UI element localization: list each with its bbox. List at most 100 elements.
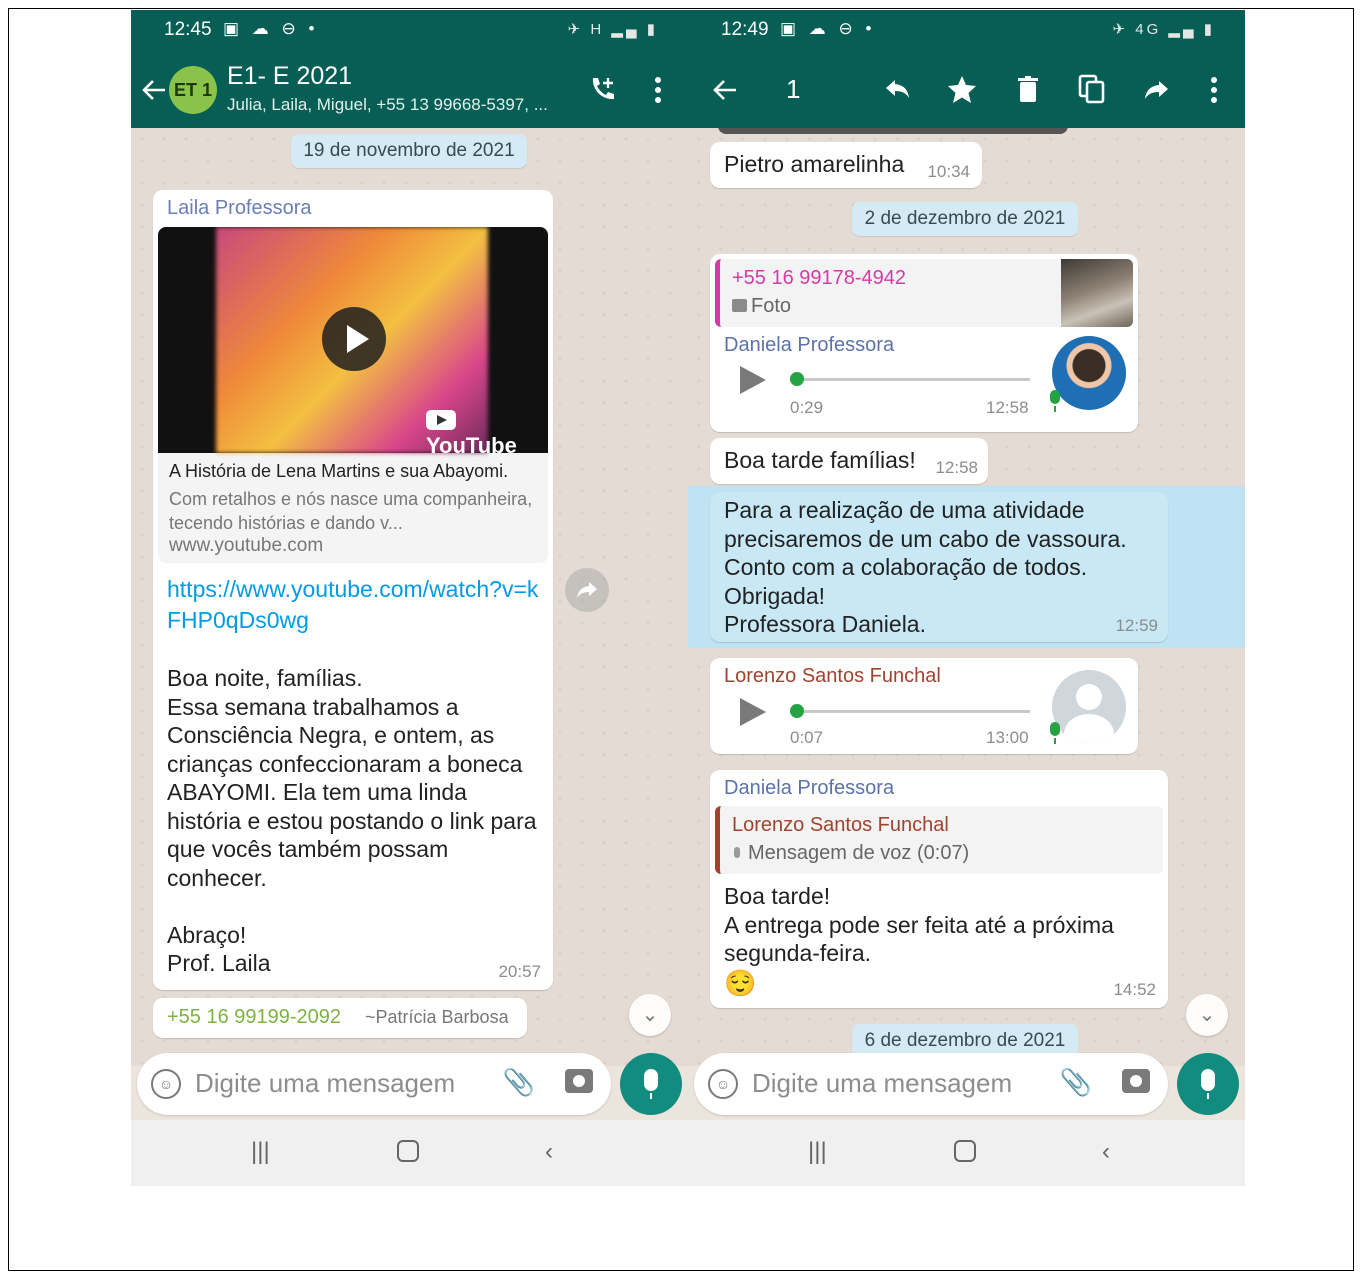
quoted-thumbnail bbox=[1061, 259, 1133, 327]
link-preview-card[interactable]: YouTube A História de Lena Martins e sua… bbox=[158, 227, 548, 563]
message-input[interactable]: Digite uma mensagem bbox=[752, 1068, 1012, 1099]
message-text: Pietro amarelinha bbox=[724, 151, 905, 177]
preview-domain: www.youtube.com bbox=[169, 535, 324, 556]
back-arrow-icon[interactable] bbox=[712, 78, 738, 102]
play-button-icon[interactable] bbox=[322, 307, 386, 371]
group-members: Julia, Laila, Miguel, +55 13 99668-5397,… bbox=[227, 95, 548, 114]
message-time: 20:57 bbox=[498, 962, 541, 981]
back-arrow-icon[interactable] bbox=[141, 78, 167, 102]
message-link[interactable]: https://www.youtube.com/watch?v=kFHP0qDs… bbox=[167, 574, 539, 636]
message-text: Para a realização de uma atividade preci… bbox=[724, 497, 1127, 637]
copy-icon[interactable] bbox=[1078, 74, 1106, 104]
forward-shortcut-button[interactable] bbox=[565, 568, 609, 612]
recent-apps-icon[interactable]: ||| bbox=[808, 1138, 827, 1166]
reply-message-bubble[interactable]: Daniela Professora Lorenzo Santos Funcha… bbox=[710, 770, 1168, 1008]
audio-message-bubble[interactable]: +55 16 99178-4942 Foto Daniela Professor… bbox=[710, 254, 1138, 432]
audio-progress-track[interactable] bbox=[790, 710, 1030, 713]
attach-icon[interactable]: 📎 bbox=[503, 1067, 535, 1098]
message-sender: Lorenzo Santos Funchal bbox=[724, 665, 941, 687]
default-avatar[interactable] bbox=[1052, 670, 1126, 744]
double-chevron-down-icon: ⌄ bbox=[1198, 1004, 1216, 1026]
voice-mic-icon bbox=[1050, 390, 1060, 412]
microphone-icon bbox=[1201, 1069, 1215, 1099]
voice-message-button[interactable] bbox=[1177, 1053, 1239, 1115]
message-composer[interactable]: ☺ Digite uma mensagem 📎 bbox=[137, 1053, 611, 1115]
message-bubble[interactable]: Pietro amarelinha 10:34 bbox=[710, 142, 982, 188]
system-nav-bar: ||| ‹ bbox=[131, 1120, 688, 1186]
chat-area[interactable]: Pietro amarelinha 10:34 2 de dezembro de… bbox=[688, 128, 1245, 1066]
voice-message-button[interactable] bbox=[620, 1053, 682, 1115]
sender-name: ~Patrícia Barbosa bbox=[365, 1007, 509, 1027]
audio-progress-handle[interactable] bbox=[790, 372, 804, 386]
status-time: 12:45 bbox=[164, 19, 212, 40]
back-nav-icon[interactable]: ‹ bbox=[1102, 1138, 1110, 1166]
recent-apps-icon[interactable]: ||| bbox=[251, 1138, 270, 1166]
forward-icon[interactable] bbox=[1144, 79, 1170, 101]
home-icon[interactable] bbox=[397, 1140, 419, 1162]
quoted-sender: Lorenzo Santos Funchal bbox=[732, 814, 949, 836]
call-add-icon[interactable] bbox=[587, 74, 617, 104]
message-text: Boa tarde famílias! bbox=[724, 447, 916, 473]
microphone-icon bbox=[644, 1069, 658, 1099]
more-options-icon[interactable] bbox=[653, 76, 663, 104]
status-bar: 12:49 ▣ ☁ ⊖ • ✈ 4G ▂▄ ▮ bbox=[688, 10, 1245, 52]
back-nav-icon[interactable]: ‹ bbox=[545, 1138, 553, 1166]
phone-screen-right: 12:49 ▣ ☁ ⊖ • ✈ 4G ▂▄ ▮ 1 Pietro amareli… bbox=[688, 10, 1245, 1186]
date-separator: 19 de novembro de 2021 bbox=[291, 134, 527, 168]
double-chevron-down-icon: ⌄ bbox=[641, 1004, 659, 1026]
play-icon[interactable] bbox=[740, 366, 766, 394]
scroll-down-button[interactable]: ⌄ bbox=[1186, 994, 1228, 1036]
message-bubble[interactable]: Boa tarde famílias! 12:58 bbox=[710, 438, 988, 484]
message-time: 12:59 bbox=[1115, 616, 1158, 635]
emoji: 😌 bbox=[724, 968, 757, 998]
youtube-play-icon bbox=[426, 410, 456, 430]
chat-area[interactable]: 19 de novembro de 2021 Laila Professora … bbox=[131, 128, 688, 1066]
sender-avatar[interactable] bbox=[1052, 336, 1126, 410]
preview-title: A História de Lena Martins e sua Abayomi… bbox=[169, 461, 509, 481]
message-text: Boa noite, famílias. Essa semana trabalh… bbox=[167, 665, 537, 976]
audio-progress-handle[interactable] bbox=[790, 704, 804, 718]
message-sender: Daniela Professora bbox=[724, 777, 895, 799]
camera-icon[interactable] bbox=[1122, 1069, 1150, 1093]
notification-icons: ▣ ☁ ⊖ • bbox=[223, 19, 319, 38]
quoted-message[interactable]: +55 16 99178-4942 Foto bbox=[715, 259, 1133, 327]
message-time: 13:00 bbox=[986, 728, 1029, 747]
audio-message-bubble[interactable]: Lorenzo Santos Funchal 0:07 13:00 bbox=[710, 658, 1138, 754]
signal-icons: ✈ H ▂▄ ▮ bbox=[567, 21, 658, 38]
message-bubble[interactable]: Laila Professora YouTube A História de L… bbox=[153, 190, 553, 990]
selected-message-bubble[interactable]: Para a realização de uma atividade preci… bbox=[710, 492, 1168, 642]
message-sender: Laila Professora bbox=[167, 197, 312, 219]
star-icon[interactable] bbox=[947, 75, 977, 103]
camera-icon[interactable] bbox=[565, 1069, 593, 1093]
preview-description: Com retalhos e nós nasce uma companheira… bbox=[169, 489, 533, 533]
sender-phone: +55 16 99199-2092 bbox=[167, 1006, 342, 1028]
message-composer[interactable]: ☺ Digite uma mensagem 📎 bbox=[694, 1053, 1168, 1115]
quoted-message[interactable]: Lorenzo Santos Funchal Mensagem de voz (… bbox=[715, 806, 1163, 874]
delete-icon[interactable] bbox=[1018, 76, 1038, 102]
home-icon[interactable] bbox=[954, 1140, 976, 1162]
more-options-icon[interactable] bbox=[1209, 76, 1219, 104]
attach-icon[interactable]: 📎 bbox=[1060, 1067, 1092, 1098]
group-avatar[interactable]: ET 1 bbox=[169, 66, 217, 114]
youtube-wordmark: YouTube bbox=[426, 433, 517, 458]
message-time: 14:52 bbox=[1113, 980, 1156, 999]
message-text: Boa tarde! A entrega pode ser feita até … bbox=[724, 883, 1114, 966]
play-icon[interactable] bbox=[740, 698, 766, 726]
notification-icons: ▣ ☁ ⊖ • bbox=[780, 19, 876, 38]
reply-icon[interactable] bbox=[884, 78, 910, 100]
scroll-down-button[interactable]: ⌄ bbox=[629, 994, 671, 1036]
selection-action-bar: 1 bbox=[688, 52, 1245, 128]
video-thumbnail[interactable]: YouTube bbox=[158, 227, 548, 458]
phone-screen-left: 12:45 ▣ ☁ ⊖ • ✈ H ▂▄ ▮ ET 1 E1- E 2021 J… bbox=[131, 10, 688, 1186]
next-message-bubble[interactable]: +55 16 99199-2092 ~Patrícia Barbosa bbox=[153, 998, 527, 1038]
quoted-sender: +55 16 99178-4942 bbox=[732, 267, 907, 289]
emoji-icon[interactable]: ☺ bbox=[708, 1069, 738, 1099]
forward-icon bbox=[577, 582, 597, 598]
message-input[interactable]: Digite uma mensagem bbox=[195, 1068, 455, 1099]
mic-small-icon bbox=[734, 847, 740, 858]
image-message-edge bbox=[718, 128, 1068, 134]
group-title[interactable]: E1- E 2021 bbox=[227, 62, 352, 91]
audio-progress-track[interactable] bbox=[790, 378, 1030, 381]
emoji-icon[interactable]: ☺ bbox=[151, 1069, 181, 1099]
system-nav-bar: ||| ‹ bbox=[688, 1120, 1245, 1186]
